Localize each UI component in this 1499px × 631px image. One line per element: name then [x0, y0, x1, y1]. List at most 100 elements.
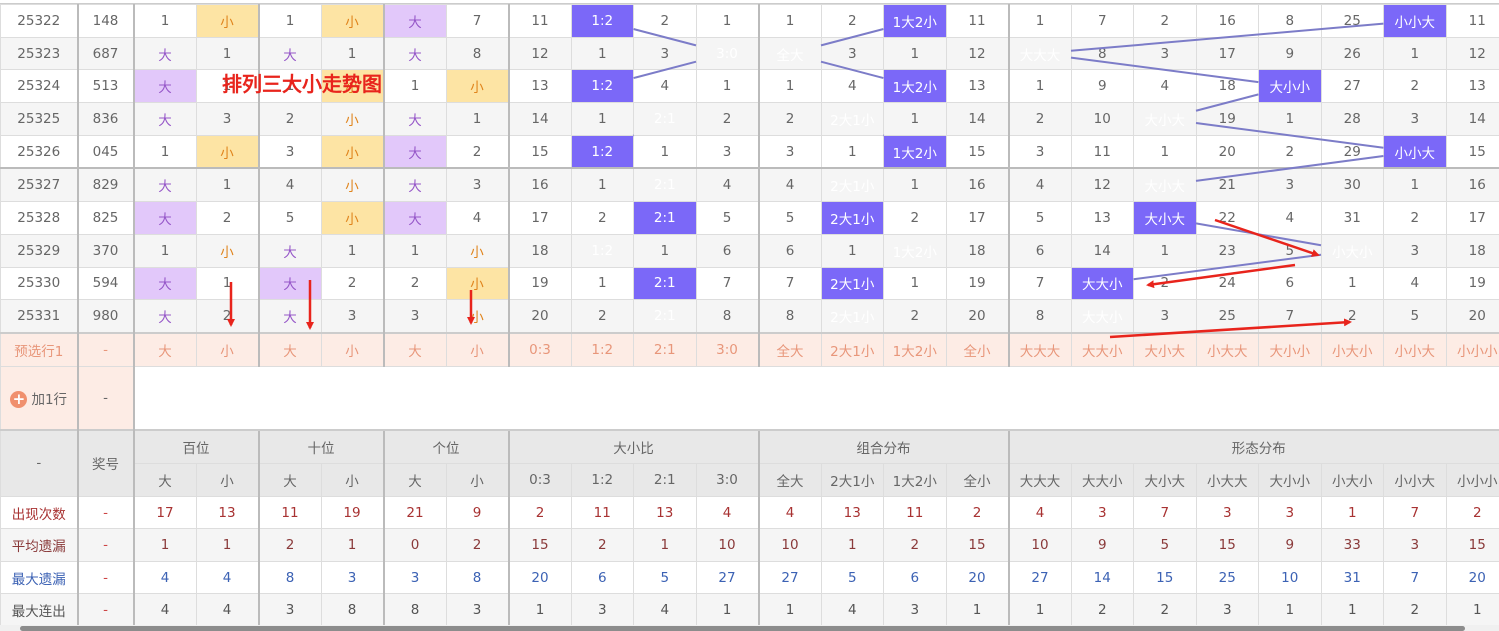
- hit-cell-big: 大: [382, 134, 447, 169]
- header-group: 百位: [132, 428, 259, 464]
- stats-value: 7: [1133, 495, 1197, 530]
- miss-count-cell: 20: [507, 299, 572, 334]
- preselect-option[interactable]: 小大大: [1195, 331, 1259, 367]
- preselect-option[interactable]: 小: [195, 331, 259, 367]
- preselect-option[interactable]: 大小小: [1258, 331, 1322, 367]
- miss-count-cell: 11: [507, 4, 572, 38]
- miss-count-cell: 3: [257, 134, 322, 169]
- hit-cell: 小小大: [1383, 4, 1447, 38]
- miss-count-cell: 8: [1007, 299, 1072, 334]
- hit-cell-big: 大: [382, 36, 447, 71]
- hit-cell: 1:2: [570, 134, 634, 169]
- miss-count-cell: 1: [633, 134, 697, 169]
- stats-label: 出现次数: [0, 495, 78, 530]
- miss-count-cell: 20: [945, 299, 1009, 334]
- prize-number-cell: 687: [76, 36, 134, 71]
- miss-count-cell: 22: [1195, 201, 1259, 235]
- add-row: + 加1行 -: [0, 365, 1499, 431]
- header-group: 形态分布: [1007, 428, 1499, 464]
- hit-cell-big: 大: [382, 201, 447, 235]
- hit-cell: 大大小: [1070, 266, 1134, 301]
- preselect-option[interactable]: 2大1小: [820, 331, 884, 367]
- miss-count-cell: 15: [945, 134, 1009, 169]
- stats-value: 1: [132, 528, 197, 562]
- hit-cell-small: 小: [320, 201, 384, 235]
- miss-count-cell: 3: [445, 167, 509, 203]
- stats-label: 平均遗漏: [0, 528, 78, 562]
- preselect-option[interactable]: 全大: [757, 331, 822, 367]
- miss-count-cell: 16: [507, 167, 572, 203]
- hit-cell: 1大2小: [883, 233, 947, 268]
- miss-count-cell: 5: [757, 201, 822, 235]
- hit-cell: 大小大: [1133, 167, 1197, 203]
- stats-value: 3: [1258, 495, 1322, 530]
- table-row: 25325 836 大 3 2 小大 1 14 1 2:1 2 2 2大1小 1 14 2 10 大小大 19 1 28…: [0, 102, 1499, 136]
- preselect-option[interactable]: 大: [132, 331, 197, 367]
- preselect-option[interactable]: 大: [257, 331, 322, 367]
- preselect-row[interactable]: 预选行1- 大小大小大小 0:3 1:2 2:1 3:0 全大 2大1小 1大2小 全小 大大大 大大…: [0, 331, 1499, 367]
- preselect-option[interactable]: 全小: [945, 331, 1009, 367]
- miss-count-cell: 1: [132, 4, 197, 38]
- miss-count-cell: 4: [820, 69, 884, 104]
- hit-cell-big: 大: [132, 266, 197, 301]
- hit-cell: 1:2: [570, 4, 634, 38]
- stats-row: 出现次数 -17 13 11 19 21 9 2 11 13 4 4 13 11 2 4 3 7 3 3 1 7 2: [0, 495, 1499, 530]
- preselect-option[interactable]: 1:2: [570, 331, 634, 367]
- hit-cell-big: 大: [132, 167, 197, 203]
- horizontal-scrollbar[interactable]: [0, 625, 1499, 631]
- stats-row: 最大连出 -4 4 3 8 8 3 1 3 4 1 1 4 3 1 1 2 2 3 1 1 2 1: [0, 593, 1499, 627]
- miss-count-cell: 1: [1007, 69, 1072, 104]
- preselect-option[interactable]: 大大小: [1070, 331, 1134, 367]
- preselect-option[interactable]: 小: [320, 331, 384, 367]
- stats-value: 2: [257, 528, 322, 562]
- preselect-option[interactable]: 2:1: [633, 331, 697, 367]
- stats-value: 10: [1007, 528, 1072, 562]
- miss-count-cell: 1: [695, 69, 759, 104]
- preselect-option[interactable]: 小小大: [1383, 331, 1447, 367]
- scrollbar-thumb[interactable]: [20, 626, 1465, 631]
- miss-count-cell: 5: [1383, 299, 1447, 334]
- hit-cell-big: 大: [132, 69, 197, 104]
- stats-value: 2: [883, 528, 947, 562]
- preselect-option[interactable]: 小: [445, 331, 509, 367]
- hit-cell: 2大1小: [820, 266, 884, 301]
- preselect-option[interactable]: 小大小: [1320, 331, 1384, 367]
- stats-value: 4: [132, 560, 197, 595]
- stats-number: -: [76, 593, 134, 627]
- miss-count-cell: 7: [1007, 266, 1072, 301]
- header-column: 小: [445, 462, 509, 497]
- add-row-button[interactable]: + 加1行: [0, 365, 78, 431]
- header-column: 小: [195, 462, 259, 497]
- stats-value: 17: [132, 495, 197, 530]
- miss-count-cell: 16: [945, 167, 1009, 203]
- stats-value: 2: [570, 528, 634, 562]
- miss-count-cell: 7: [1070, 4, 1134, 38]
- hit-cell: 大大小: [1070, 299, 1134, 334]
- preselect-option[interactable]: 1大2小: [883, 331, 947, 367]
- miss-count-cell: 19: [1445, 266, 1499, 301]
- miss-count-cell: 3: [195, 102, 259, 136]
- preselect-option[interactable]: 大大大: [1007, 331, 1072, 367]
- miss-count-cell: 3: [1383, 102, 1447, 136]
- preselect-option[interactable]: 3:0: [695, 331, 759, 367]
- stats-value: 13: [820, 495, 884, 530]
- miss-count-cell: 8: [1070, 36, 1134, 71]
- miss-count-cell: 3: [382, 299, 447, 334]
- miss-count-cell: 3: [320, 299, 384, 334]
- add-row-label: 加1行: [31, 391, 68, 408]
- preselect-label: 预选行1: [0, 331, 78, 367]
- miss-count-cell: 4: [695, 167, 759, 203]
- miss-count-cell: 30: [1320, 167, 1384, 203]
- hit-cell-big: 大: [382, 167, 447, 203]
- preselect-option[interactable]: 大小大: [1133, 331, 1197, 367]
- preselect-option[interactable]: 小小小: [1445, 331, 1499, 367]
- miss-count-cell: 16: [1195, 4, 1259, 38]
- stats-value: 9: [1070, 528, 1134, 562]
- preselect-option[interactable]: 大: [382, 331, 447, 367]
- stats-value: 19: [320, 495, 384, 530]
- stats-value: 13: [195, 495, 259, 530]
- preselect-option[interactable]: 0:3: [507, 331, 572, 367]
- prize-number-cell: 045: [76, 134, 134, 169]
- stats-value: 33: [1320, 528, 1384, 562]
- stats-value: 5: [820, 560, 884, 595]
